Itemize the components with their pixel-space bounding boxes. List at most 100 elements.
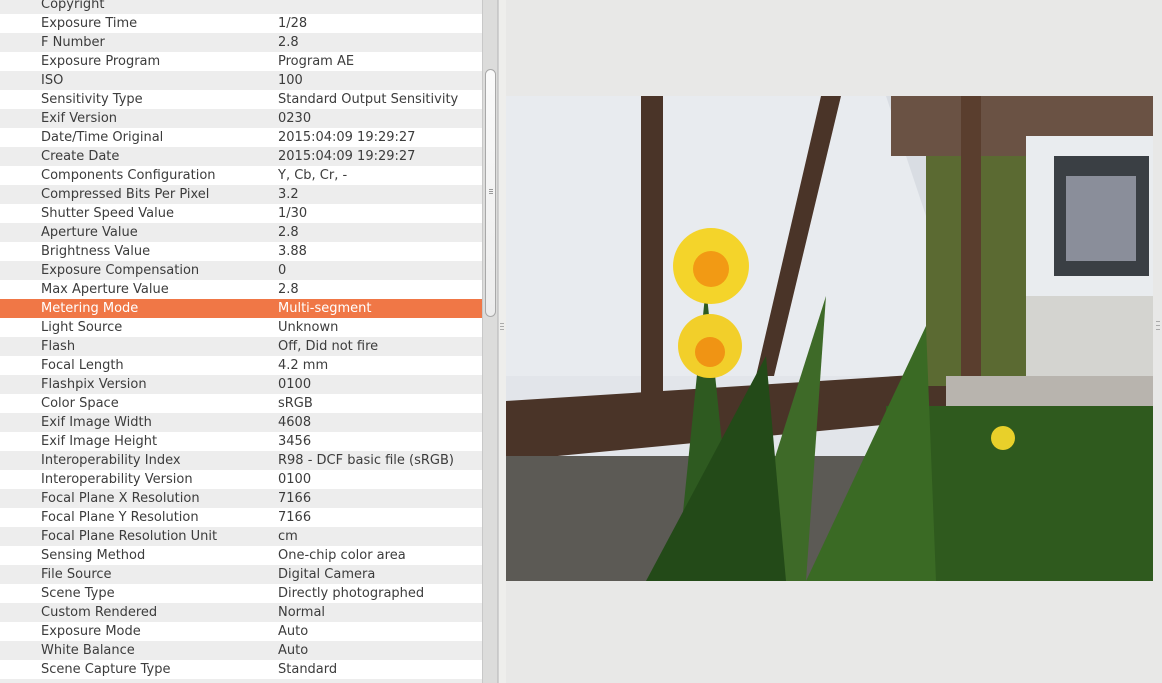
table-row[interactable]: ISO 100 xyxy=(0,71,482,90)
table-row[interactable]: Shutter Speed Value 1/30 xyxy=(0,204,482,223)
table-row[interactable]: Components Configuration Y, Cb, Cr, - xyxy=(0,166,482,185)
tag-value: 0 xyxy=(278,263,287,278)
table-row[interactable]: Create Date 2015:04:09 19:29:27 xyxy=(0,147,482,166)
tag-value: 7166 xyxy=(278,491,312,506)
tag-value: cm xyxy=(278,529,298,544)
table-row[interactable]: Color Space sRGB xyxy=(0,394,482,413)
tag-value: 2.8 xyxy=(278,225,299,240)
tag-name: Exposure Time xyxy=(41,16,138,31)
tag-name: Focal Plane X Resolution xyxy=(41,491,200,506)
tag-name: Focal Plane Y Resolution xyxy=(41,510,199,525)
tag-value: 7166 xyxy=(278,510,312,525)
table-row[interactable]: Focal Length 4.2 mm xyxy=(0,356,482,375)
tag-name: Flashpix Version xyxy=(41,377,147,392)
tag-name: Custom Rendered xyxy=(41,605,158,620)
table-row[interactable]: Max Aperture Value 2.8 xyxy=(0,280,482,299)
tag-name: Components Configuration xyxy=(41,168,216,183)
table-row[interactable]: F Number 2.8 xyxy=(0,33,482,52)
tag-name: Focal Length xyxy=(41,358,124,373)
exif-metadata-table: Copyright Exposure Time 1/28 F Number 2.8 Exp… xyxy=(0,0,482,683)
tag-value: sRGB xyxy=(278,396,313,411)
tag-name: Brightness Value xyxy=(41,244,151,259)
tag-name: Shutter Speed Value xyxy=(41,206,174,221)
tag-value: Digital Camera xyxy=(278,567,376,582)
tag-value: Normal xyxy=(278,605,326,620)
tag-name: Date/Time Original xyxy=(41,130,164,145)
table-row[interactable]: File Source Digital Camera xyxy=(0,565,482,584)
tag-name: White Balance xyxy=(41,643,135,658)
table-row[interactable]: Flash Off, Did not fire xyxy=(0,337,482,356)
tag-value: Multi-segment xyxy=(278,301,372,316)
tag-name: Sensing Method xyxy=(41,548,146,563)
tag-name: Create Date xyxy=(41,149,120,164)
tag-value: 1/28 xyxy=(278,16,308,31)
table-row[interactable]: Exif Version 0230 xyxy=(0,109,482,128)
tag-value: 2015:04:09 19:29:27 xyxy=(278,130,416,145)
tag-value: 4608 xyxy=(278,415,312,430)
tag-name: Exif Image Height xyxy=(41,434,158,449)
tag-value: 3456 xyxy=(278,434,312,449)
tag-value: 0230 xyxy=(278,111,312,126)
tag-value: Unknown xyxy=(278,320,339,335)
tag-value: Auto xyxy=(278,624,309,639)
tag-value: Standard Output Sensitivity xyxy=(278,92,459,107)
tag-name: Interoperability Index xyxy=(41,453,181,468)
tag-value: Auto xyxy=(278,643,309,658)
table-row[interactable]: Compressed Bits Per Pixel 3.2 xyxy=(0,185,482,204)
tag-name: File Source xyxy=(41,567,112,582)
tag-name: Max Aperture Value xyxy=(41,282,169,297)
table-row[interactable]: Focal Plane X Resolution 7166 xyxy=(0,489,482,508)
table-row[interactable]: Scene Type Directly photographed xyxy=(0,584,482,603)
resize-grip-icon[interactable] xyxy=(1156,320,1160,332)
table-row[interactable]: Sensitivity Type Standard Output Sensitiv… xyxy=(0,90,482,109)
table-row[interactable]: Interoperability Version 0100 xyxy=(0,470,482,489)
tag-value: 2015:04:09 19:29:27 xyxy=(278,149,416,164)
tag-value: Program AE xyxy=(278,54,355,69)
table-row[interactable]: Exif Image Height 3456 xyxy=(0,432,482,451)
table-row[interactable]: Interoperability Index R98 - DCF basic fi… xyxy=(0,451,482,470)
table-row[interactable]: Focal Plane Y Resolution 7166 xyxy=(0,508,482,527)
tag-name: Exposure Compensation xyxy=(41,263,200,278)
table-row[interactable]: Aperture Value 2.8 xyxy=(0,223,482,242)
table-row[interactable]: Exposure Program Program AE xyxy=(0,52,482,71)
tag-value: 1/30 xyxy=(278,206,308,221)
table-rows: Copyright Exposure Time 1/28 F Number 2.8 Exp… xyxy=(0,0,482,683)
tag-name: Scene Capture Type xyxy=(41,662,171,677)
tag-name: Flash xyxy=(41,339,76,354)
table-row[interactable]: Light Source Unknown xyxy=(0,318,482,337)
table-row[interactable]: Exposure Time 1/28 xyxy=(0,14,482,33)
tag-value: Off, Did not fire xyxy=(278,339,379,354)
tag-value: Directly photographed xyxy=(278,586,425,601)
tag-name: Interoperability Version xyxy=(41,472,193,487)
table-row[interactable]: Custom Rendered Normal xyxy=(0,603,482,622)
table-row[interactable]: Brightness Value 3.88 xyxy=(0,242,482,261)
table-row-partial[interactable] xyxy=(0,679,482,683)
tag-name: F Number xyxy=(41,35,105,50)
tag-name: Light Source xyxy=(41,320,123,335)
table-row[interactable]: Sensing Method One-chip color area xyxy=(0,546,482,565)
tag-value: 2.8 xyxy=(278,35,299,50)
table-row[interactable]: White Balance Auto xyxy=(0,641,482,660)
vertical-scrollbar[interactable] xyxy=(482,0,498,683)
tag-value: 100 xyxy=(278,73,303,88)
table-row[interactable]: Copyright xyxy=(0,0,482,14)
tag-name: ISO xyxy=(41,73,64,88)
tag-value: 0100 xyxy=(278,472,312,487)
tag-name: Aperture Value xyxy=(41,225,138,240)
pane-divider-handle[interactable] xyxy=(498,0,506,683)
scrollbar-thumb[interactable] xyxy=(485,69,496,317)
table-row[interactable]: Exif Image Width 4608 xyxy=(0,413,482,432)
table-row[interactable]: Scene Capture Type Standard xyxy=(0,660,482,679)
table-row[interactable]: Date/Time Original 2015:04:09 19:29:27 xyxy=(0,128,482,147)
tag-name: Exif Version xyxy=(41,111,118,126)
table-row[interactable]: Exposure Compensation 0 xyxy=(0,261,482,280)
tag-name: Exposure Program xyxy=(41,54,161,69)
table-row[interactable]: Exposure Mode Auto xyxy=(0,622,482,641)
tag-name: Sensitivity Type xyxy=(41,92,143,107)
table-row[interactable]: Flashpix Version 0100 xyxy=(0,375,482,394)
tag-name: Copyright xyxy=(41,0,105,12)
table-row[interactable]: Focal Plane Resolution Unit cm xyxy=(0,527,482,546)
tag-name: Scene Type xyxy=(41,586,115,601)
tag-value: 4.2 mm xyxy=(278,358,329,373)
table-row[interactable]: Metering Mode Multi-segment xyxy=(0,299,482,318)
